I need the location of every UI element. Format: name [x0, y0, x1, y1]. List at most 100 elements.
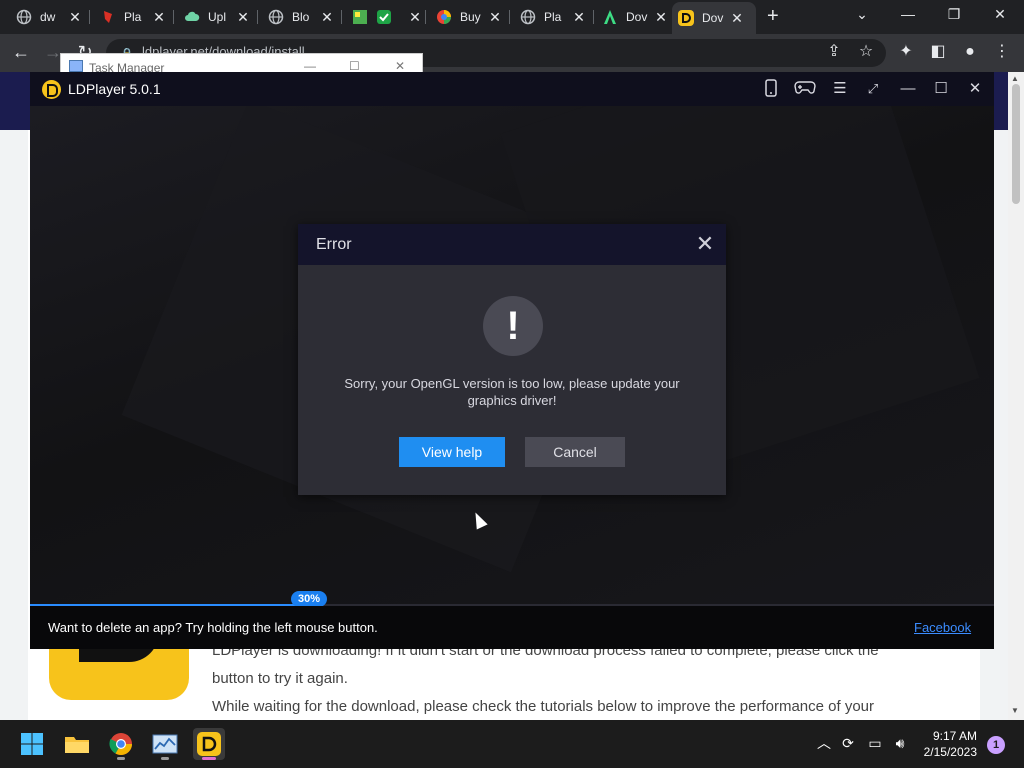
- minimize-icon[interactable]: —: [304, 59, 316, 73]
- tab-close-icon[interactable]: ✕: [488, 10, 502, 24]
- taskbar: ︿ ⟳ ▭ 🔊︎ 9:17 AM 2/15/2023 1: [0, 720, 1024, 768]
- tab-label: Dov: [626, 10, 648, 24]
- network-icon[interactable]: ▭: [866, 734, 884, 752]
- file-explorer-icon[interactable]: [61, 728, 93, 760]
- minimize-icon[interactable]: —: [898, 4, 918, 24]
- check-icon: [376, 9, 392, 25]
- tab-close-icon[interactable]: ✕: [152, 10, 166, 24]
- tab-separator: [89, 10, 90, 24]
- new-tab-button[interactable]: +: [767, 6, 779, 26]
- tab-separator: [257, 10, 258, 24]
- browser-tab[interactable]: Pla ✕: [516, 5, 586, 29]
- tab-label: Buy: [460, 10, 481, 24]
- dialog-message: Sorry, your OpenGL version is too low, p…: [344, 376, 680, 408]
- running-indicator: [117, 757, 125, 760]
- tab-separator: [593, 10, 594, 24]
- close-icon[interactable]: ✕: [395, 59, 405, 73]
- browser-tab[interactable]: dw ✕: [12, 5, 82, 29]
- globe-icon: [16, 9, 32, 25]
- tab-label: dw: [40, 10, 56, 24]
- scroll-up-icon[interactable]: ▲: [1011, 74, 1019, 83]
- dialog-title: Error: [316, 236, 352, 253]
- tab-close-icon[interactable]: ✕: [730, 11, 744, 25]
- browser-tab[interactable]: Buy ✕: [432, 5, 502, 29]
- task-manager-icon: [69, 60, 83, 72]
- tab-separator: [425, 10, 426, 24]
- close-icon[interactable]: ✕: [694, 233, 716, 255]
- side-panel-icon[interactable]: ◧: [927, 42, 949, 62]
- restore-icon[interactable]: ❐: [944, 4, 964, 24]
- dialog-titlebar: Error ✕: [298, 224, 726, 265]
- error-dialog: Error ✕ ! Sorry, your OpenGL version is …: [298, 224, 726, 495]
- tab-separator: [509, 10, 510, 24]
- extensions-icon[interactable]: ✦: [895, 42, 917, 62]
- tab-close-icon[interactable]: ✕: [408, 10, 422, 24]
- cancel-button[interactable]: Cancel: [525, 437, 625, 467]
- scroll-down-icon[interactable]: ▼: [1011, 706, 1019, 715]
- browser-tabstrip: dw ✕ Pla ✕ Upl ✕ Blo ✕ ✕ Buy ✕ Pla ✕ Dov…: [0, 0, 1024, 34]
- close-window-icon[interactable]: ✕: [990, 4, 1010, 24]
- tip-bar: Want to delete an app? Try holding the l…: [30, 606, 994, 649]
- page-text-line: While waiting for the download, please c…: [212, 698, 875, 715]
- facebook-link[interactable]: Facebook: [914, 620, 971, 635]
- tab-label: Dov: [702, 11, 724, 25]
- browser-tab[interactable]: Blo ✕: [264, 5, 334, 29]
- globe-icon: [268, 9, 284, 25]
- tab-close-icon[interactable]: ✕: [236, 10, 250, 24]
- start-windows-icon[interactable]: [16, 728, 48, 760]
- scroll-thumb[interactable]: [1012, 84, 1020, 204]
- tab-label: Pla: [544, 10, 562, 24]
- maximize-icon[interactable]: ☐: [349, 59, 360, 73]
- view-help-button[interactable]: View help: [399, 437, 505, 467]
- profile-icon[interactable]: ●: [959, 42, 981, 62]
- notification-badge[interactable]: 1: [987, 736, 1005, 754]
- task-manager-icon[interactable]: [149, 728, 181, 760]
- volume-icon[interactable]: 🔊︎: [891, 734, 909, 752]
- clock[interactable]: 9:17 AM 2/15/2023: [917, 728, 977, 760]
- tab-close-icon[interactable]: ✕: [320, 10, 334, 24]
- globe-icon: [520, 9, 536, 25]
- browser-tab-active[interactable]: Dov ✕: [672, 2, 756, 34]
- ldplayer-taskbar-icon[interactable]: [193, 728, 225, 760]
- tab-label: Blo: [292, 10, 310, 24]
- minimize-icon[interactable]: —: [897, 79, 919, 99]
- page-scrollbar[interactable]: ▲ ▼: [1008, 72, 1024, 720]
- ldplayer-icon: [678, 10, 694, 26]
- bookmark-star-icon[interactable]: ☆: [855, 42, 877, 62]
- tab-close-icon[interactable]: ✕: [68, 10, 82, 24]
- app-icon: [352, 9, 368, 25]
- ldplayer-window: LDPlayer 5.0.1 ☰ ⤢ — ☐ ✕ 30% Want to del…: [30, 72, 994, 649]
- chrome-icon[interactable]: [105, 728, 137, 760]
- browser-tab[interactable]: Dov ✕: [598, 5, 668, 29]
- fullscreen-icon[interactable]: ⤢: [862, 79, 884, 99]
- ldplayer-logo-icon: [42, 80, 61, 99]
- menu-icon[interactable]: ⋮: [991, 42, 1013, 62]
- close-icon[interactable]: ✕: [964, 79, 986, 99]
- page-text-line: button to try it again.: [212, 670, 348, 687]
- maximize-icon[interactable]: ☐: [930, 79, 952, 99]
- tab-search-icon[interactable]: ⌄: [852, 4, 872, 24]
- running-indicator: [202, 757, 216, 760]
- ldplayer-titlebar: LDPlayer 5.0.1 ☰ ⤢ — ☐ ✕: [30, 72, 994, 106]
- tab-close-icon[interactable]: ✕: [572, 10, 586, 24]
- tab-label: Upl: [208, 10, 227, 24]
- tray-chevron-up-icon[interactable]: ︿: [815, 734, 833, 752]
- browser-tab[interactable]: Upl ✕: [180, 5, 250, 29]
- colorful-circle-icon: [436, 9, 452, 25]
- back-icon[interactable]: ←: [10, 42, 32, 62]
- share-icon[interactable]: ⇪: [823, 42, 845, 62]
- cloud-icon: [184, 9, 200, 25]
- clock-date: 2/15/2023: [923, 745, 977, 759]
- tab-label: Pla: [124, 10, 142, 24]
- warning-icon: !: [483, 296, 543, 356]
- ldplayer-title: LDPlayer 5.0.1: [68, 81, 161, 97]
- sync-icon[interactable]: ⟳: [839, 734, 857, 752]
- red-shape-icon: [100, 9, 116, 25]
- browser-tab[interactable]: Pla ✕: [96, 5, 166, 29]
- browser-tab[interactable]: ✕: [348, 5, 422, 29]
- phone-icon[interactable]: [760, 79, 782, 103]
- tab-close-icon[interactable]: ✕: [654, 10, 668, 24]
- gamepad-icon[interactable]: [794, 79, 816, 101]
- menu-icon[interactable]: ☰: [829, 79, 851, 99]
- progress-badge: 30%: [291, 591, 327, 607]
